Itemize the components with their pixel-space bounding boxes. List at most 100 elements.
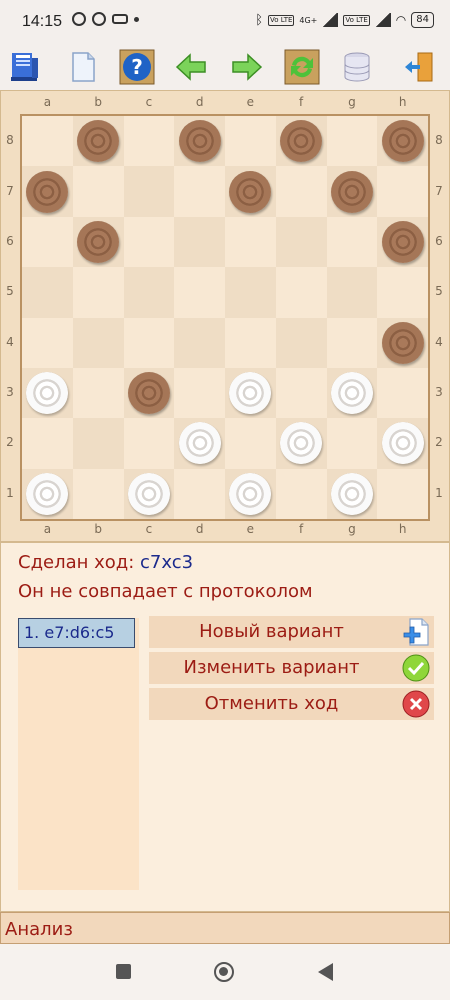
board-square-a8[interactable] — [22, 116, 73, 167]
white-checker-h2[interactable] — [381, 422, 424, 465]
move-list[interactable]: 1. e7:d6:c5 — [18, 618, 139, 890]
board-square-d1[interactable] — [174, 468, 225, 519]
board-square-b7[interactable] — [72, 166, 124, 217]
board-square-f5[interactable] — [275, 267, 327, 318]
move-list-item[interactable]: 1. e7:d6:c5 — [18, 618, 135, 648]
board-square-d6[interactable] — [174, 216, 225, 268]
board-square-c4[interactable] — [123, 317, 175, 368]
white-checker-g3[interactable] — [330, 372, 373, 415]
board-square-a4[interactable] — [22, 317, 73, 368]
cancel-icon — [401, 689, 431, 719]
board-square-d7[interactable] — [174, 166, 225, 217]
board-square-b4[interactable] — [72, 317, 124, 368]
black-checker-b8[interactable] — [77, 120, 120, 163]
board-square-f7[interactable] — [275, 166, 327, 217]
board-square-e8[interactable] — [225, 116, 276, 167]
signal-icon-2 — [374, 13, 391, 27]
black-checker-d8[interactable] — [178, 120, 221, 163]
black-checker-g7[interactable] — [330, 170, 373, 213]
board-square-g5[interactable] — [326, 267, 378, 318]
mismatch-text: Он не совпадает с протоколом — [18, 581, 313, 602]
white-checker-c1[interactable] — [127, 472, 170, 515]
board-square-h7[interactable] — [377, 166, 428, 217]
file-label-a: a — [43, 522, 52, 536]
exit-door-icon[interactable] — [400, 48, 438, 86]
board-square-g8[interactable] — [326, 116, 378, 167]
black-checker-c3[interactable] — [127, 372, 170, 415]
new-variant-button[interactable]: Новый вариант — [149, 616, 434, 648]
forward-arrow-icon[interactable] — [228, 48, 266, 86]
black-checker-h4[interactable] — [381, 321, 424, 364]
board-square-a6[interactable] — [22, 216, 73, 268]
board-square-h3[interactable] — [377, 367, 428, 419]
file-label-c: c — [145, 95, 153, 109]
board-square-e5[interactable] — [225, 267, 276, 318]
status-bar: 14:15 ᛒ Vo LTE 4G+ Vo LTE ◠ 84 — [0, 0, 450, 44]
board-square-g6[interactable] — [326, 216, 378, 268]
board-square-h5[interactable] — [377, 267, 428, 318]
back-button[interactable] — [318, 963, 333, 981]
new-document-icon[interactable] — [64, 48, 102, 86]
board-square-b3[interactable] — [72, 367, 124, 419]
board-square-e4[interactable] — [225, 317, 276, 368]
file-label-d: d — [195, 522, 204, 536]
board-square-b5[interactable] — [72, 267, 124, 318]
rank-label-8: 8 — [435, 133, 443, 148]
board-square-b1[interactable] — [72, 468, 124, 519]
black-checker-h8[interactable] — [381, 120, 424, 163]
notification-icons — [72, 12, 139, 26]
board-square-f3[interactable] — [275, 367, 327, 419]
board-square-c5[interactable] — [123, 267, 175, 318]
flip-board-icon[interactable] — [283, 48, 321, 86]
board-square-e2[interactable] — [225, 418, 276, 469]
board-square-c6[interactable] — [123, 216, 175, 268]
board-square-g2[interactable] — [326, 418, 378, 469]
signal-icon — [322, 13, 339, 27]
white-checker-a1[interactable] — [26, 472, 69, 515]
white-checker-e1[interactable] — [229, 472, 272, 515]
move-made-label: Сделан ход: — [18, 552, 141, 573]
change-variant-button[interactable]: Изменить вариант — [149, 652, 434, 684]
home-button[interactable] — [214, 962, 234, 982]
recent-apps-button[interactable] — [116, 964, 131, 979]
board-square-b2[interactable] — [72, 418, 124, 469]
board-square-g4[interactable] — [326, 317, 378, 368]
board-square-d5[interactable] — [174, 267, 225, 318]
status-time: 14:15 — [22, 13, 63, 30]
back-arrow-icon[interactable] — [172, 48, 210, 86]
undo-move-button[interactable]: Отменить ход — [149, 688, 434, 720]
board-square-c2[interactable] — [123, 418, 175, 469]
board-square-f6[interactable] — [275, 216, 327, 268]
board-square-c8[interactable] — [123, 116, 175, 167]
checkers-board[interactable] — [20, 114, 430, 521]
file-label-e: e — [246, 95, 255, 109]
database-icon[interactable] — [338, 48, 376, 86]
board-square-h1[interactable] — [377, 468, 428, 519]
help-icon[interactable]: ? — [118, 48, 156, 86]
black-checker-f8[interactable] — [280, 120, 323, 163]
undo-move-label: Отменить ход — [204, 693, 339, 714]
board-square-e6[interactable] — [225, 216, 276, 268]
white-checker-d2[interactable] — [178, 422, 221, 465]
analysis-bar[interactable]: Анализ — [0, 912, 450, 944]
black-checker-b6[interactable] — [77, 220, 120, 263]
black-checker-a7[interactable] — [26, 170, 69, 213]
system-icons: ᛒ Vo LTE 4G+ Vo LTE ◠ 84 — [255, 12, 434, 28]
board-square-a2[interactable] — [22, 418, 73, 469]
file-label-f: f — [299, 522, 304, 536]
board-square-a5[interactable] — [22, 267, 73, 318]
board-square-d4[interactable] — [174, 317, 225, 368]
board-square-f1[interactable] — [275, 468, 327, 519]
change-variant-label: Изменить вариант — [183, 657, 360, 678]
network-type: 4G+ — [299, 15, 318, 25]
black-checker-h6[interactable] — [381, 220, 424, 263]
rank-label-4: 4 — [6, 334, 14, 349]
svg-text:?: ? — [131, 55, 143, 79]
white-checker-g1[interactable] — [330, 472, 373, 515]
book-icon[interactable] — [6, 48, 44, 86]
board-square-c7[interactable] — [123, 166, 175, 217]
board-square-f4[interactable] — [275, 317, 327, 368]
call-icon — [92, 12, 106, 26]
board-square-d3[interactable] — [174, 367, 225, 419]
black-checker-e7[interactable] — [229, 170, 272, 213]
